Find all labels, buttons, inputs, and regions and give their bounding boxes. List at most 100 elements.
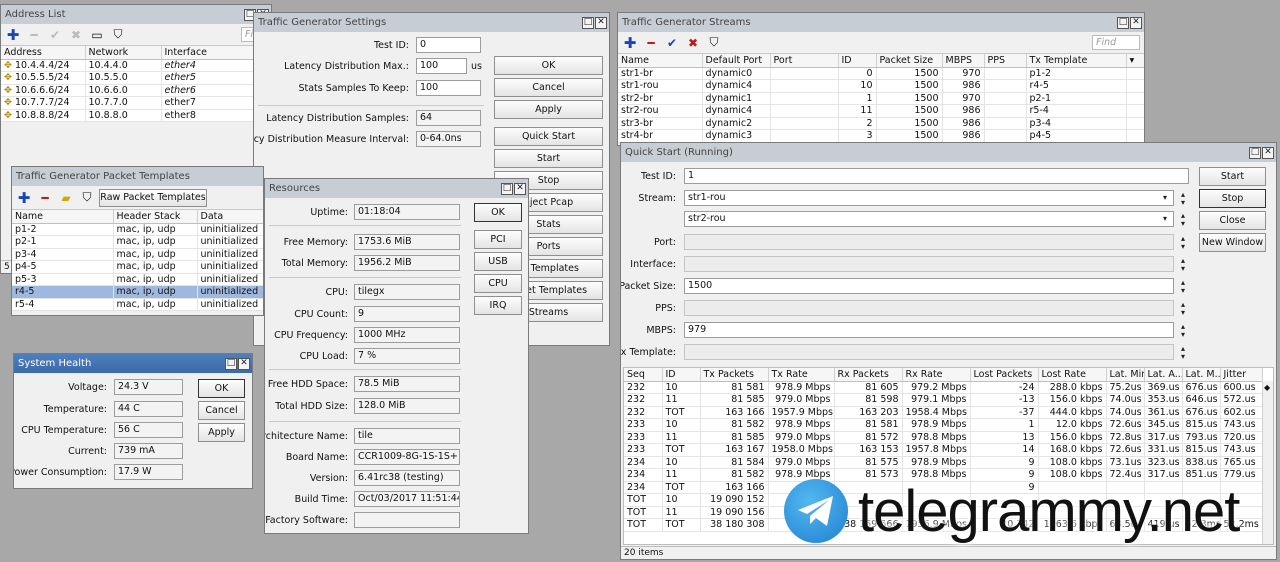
table-row[interactable]: 232 10 81 581 978.9 Mbps 81 605 979.2 Mbps -24… xyxy=(624,381,1263,394)
column-header[interactable]: ID xyxy=(662,368,701,382)
table-row[interactable]: ✥ 10.8.8.8/24 10.8.8.0 ether8 xyxy=(1,109,271,122)
packet-size-field[interactable]: 1500 xyxy=(684,278,1174,294)
table-row[interactable]: ✥ 10.5.5.5/24 10.5.5.0 ether5 xyxy=(1,71,271,85)
remove-icon[interactable]: ━ xyxy=(642,34,660,52)
cancel-button[interactable]: Cancel xyxy=(494,78,603,97)
mbps-field[interactable]: 979 xyxy=(684,322,1174,338)
enable-icon[interactable]: ✔ xyxy=(46,26,64,44)
column-header[interactable]: Name xyxy=(12,210,114,224)
close-icon[interactable]: ✕ xyxy=(1130,16,1142,29)
up-down-icon[interactable]: ▴ ▾ xyxy=(1179,323,1187,339)
column-chooser-icon[interactable]: ▾ xyxy=(1126,54,1144,68)
maximize-icon[interactable]: □ xyxy=(1117,16,1129,29)
maximize-icon[interactable]: □ xyxy=(1249,146,1261,159)
column-header[interactable]: Data xyxy=(197,210,263,224)
disable-icon[interactable]: ✖ xyxy=(67,26,85,44)
filter-icon[interactable]: ⛉ xyxy=(705,34,723,52)
up-down-icon[interactable]: ▴ ▾ xyxy=(1179,345,1187,361)
table-row[interactable]: 232 11 81 585 979.0 Mbps 81 598 979.1 Mbps -13… xyxy=(624,393,1263,407)
table-row[interactable]: ✥ 10.6.6.6/24 10.6.6.0 ether6 xyxy=(1,84,271,97)
find-input[interactable]: Find xyxy=(1092,35,1140,50)
tg-settings-titlebar[interactable]: Traffic Generator Settings □ ✕ xyxy=(254,13,609,32)
ok-button[interactable]: OK xyxy=(494,56,603,75)
filter-icon[interactable]: ⛉ xyxy=(109,26,127,44)
column-header[interactable]: Packet Size xyxy=(876,54,943,68)
up-down-icon[interactable]: ▴ ▾ xyxy=(1179,301,1187,317)
latency-max-field[interactable]: 100 xyxy=(416,58,467,74)
column-header[interactable]: Network xyxy=(85,46,162,60)
scroll-up-icon[interactable]: ◆ xyxy=(1264,383,1270,392)
remove-icon[interactable]: ━ xyxy=(36,189,54,207)
column-header[interactable]: Lost Packets xyxy=(970,368,1039,382)
close-button[interactable]: Close xyxy=(1199,211,1266,230)
column-header[interactable]: ID xyxy=(838,54,877,68)
raw-packet-templates-button[interactable]: Raw Packet Templates xyxy=(99,188,207,207)
quick-start-button[interactable]: Quick Start xyxy=(494,127,603,146)
column-header[interactable]: Rx Rate xyxy=(902,368,971,382)
column-header[interactable]: Default Port xyxy=(702,54,771,68)
up-down-icon[interactable]: ▴ ▾ xyxy=(1179,279,1187,295)
quick-start-titlebar[interactable]: Quick Start (Running) □ ✕ xyxy=(621,143,1276,162)
usb-button[interactable]: USB xyxy=(474,252,522,271)
column-header[interactable]: Jitter xyxy=(1220,368,1263,382)
pps-field[interactable] xyxy=(684,300,1174,316)
tg-streams-titlebar[interactable]: Traffic Generator Streams □ ✕ xyxy=(618,13,1144,32)
column-header[interactable]: Name xyxy=(618,54,703,68)
packet-templates-titlebar[interactable]: Traffic Generator Packet Templates xyxy=(12,167,263,186)
apply-button[interactable]: Apply xyxy=(198,423,245,442)
ok-button[interactable]: OK xyxy=(198,379,245,398)
table-row[interactable]: ✥ 10.7.7.7/24 10.7.7.0 ether7 xyxy=(1,96,271,110)
column-header[interactable]: Header Stack xyxy=(113,210,198,224)
enable-icon[interactable]: ✔ xyxy=(663,34,681,52)
table-row[interactable]: 232 TOT 163 166 1957.9 Mbps 163 203 1958.4 Mb… xyxy=(624,406,1263,419)
table-row-selected[interactable]: r4-5 mac, ip, udp uninitialized xyxy=(12,285,263,299)
apply-button[interactable]: Apply xyxy=(494,100,603,119)
table-row[interactable]: str3-br dynamic2 2 1500 986 p3-4 xyxy=(618,117,1144,130)
table-row[interactable]: 233 10 81 582 978.9 Mbps 81 581 978.9 Mbps 1 12… xyxy=(624,418,1263,432)
column-header[interactable]: Lat. M... xyxy=(1182,368,1221,382)
cpu-button[interactable]: CPU xyxy=(474,274,522,293)
maximize-icon[interactable]: □ xyxy=(225,357,237,370)
table-row[interactable]: 233 11 81 585 979.0 Mbps 81 572 978.8 Mbps 13 1… xyxy=(624,431,1263,444)
add-icon[interactable]: ✚ xyxy=(15,189,33,207)
up-down-icon[interactable]: ▴ ▾ xyxy=(1179,235,1187,251)
stats-samples-field[interactable]: 100 xyxy=(416,80,481,96)
port-field[interactable] xyxy=(684,234,1174,250)
stream-select-2[interactable]: str2-rou xyxy=(684,211,1174,227)
column-header[interactable]: Tx Packets xyxy=(700,368,769,382)
up-down-icon[interactable]: ▴ ▾ xyxy=(1179,257,1187,273)
close-icon[interactable]: ✕ xyxy=(238,357,250,370)
start-button[interactable]: Start xyxy=(1199,167,1266,186)
up-down-icon[interactable]: ▴ ▾ xyxy=(1179,191,1187,207)
ok-button[interactable]: OK xyxy=(474,203,522,222)
start-button[interactable]: Start xyxy=(494,149,603,168)
column-header[interactable]: Rx Packets xyxy=(834,368,903,382)
table-row[interactable]: p3-4 mac, ip, udp uninitialized xyxy=(12,248,263,261)
table-row[interactable]: p5-3 mac, ip, udp uninitialized xyxy=(12,273,263,286)
irq-button[interactable]: IRQ xyxy=(474,296,522,315)
new-window-button[interactable]: New Window xyxy=(1199,233,1266,252)
dropdown-icon[interactable]: ▾ xyxy=(1161,194,1169,202)
column-header[interactable]: Port xyxy=(770,54,839,68)
column-header[interactable]: Address xyxy=(1,46,86,60)
filter-icon[interactable]: ⛉ xyxy=(78,189,96,207)
column-header[interactable]: Lat. A... xyxy=(1144,368,1183,382)
table-row[interactable]: ✥ 10.4.4.4/24 10.4.4.0 ether4 xyxy=(1,59,271,72)
test-id-field[interactable]: 1 xyxy=(684,168,1189,184)
column-header[interactable]: PPS xyxy=(984,54,1027,68)
system-health-titlebar[interactable]: System Health □ ✕ xyxy=(14,354,252,373)
table-row[interactable]: p2-1 mac, ip, udp uninitialized xyxy=(12,235,263,249)
close-icon[interactable]: ✕ xyxy=(1262,146,1274,159)
address-list-titlebar[interactable]: Address List□✕ xyxy=(1,5,271,24)
interface-field[interactable] xyxy=(684,256,1174,272)
table-row[interactable]: r5-4 mac, ip, udp uninitialized xyxy=(12,298,263,311)
add-icon[interactable]: ✚ xyxy=(4,26,22,44)
column-header[interactable]: MBPS xyxy=(942,54,985,68)
column-header[interactable]: Seq xyxy=(624,368,663,382)
close-icon[interactable]: ✕ xyxy=(514,182,526,195)
pci-button[interactable]: PCI xyxy=(474,230,522,249)
tx-template-field[interactable] xyxy=(684,344,1174,360)
table-row[interactable]: str2-rou dynamic4 11 1500 986 r5-4 xyxy=(618,104,1144,118)
table-row[interactable]: str1-br dynamic0 0 1500 970 p1-2 xyxy=(618,67,1144,80)
cancel-button[interactable]: Cancel xyxy=(198,401,245,420)
